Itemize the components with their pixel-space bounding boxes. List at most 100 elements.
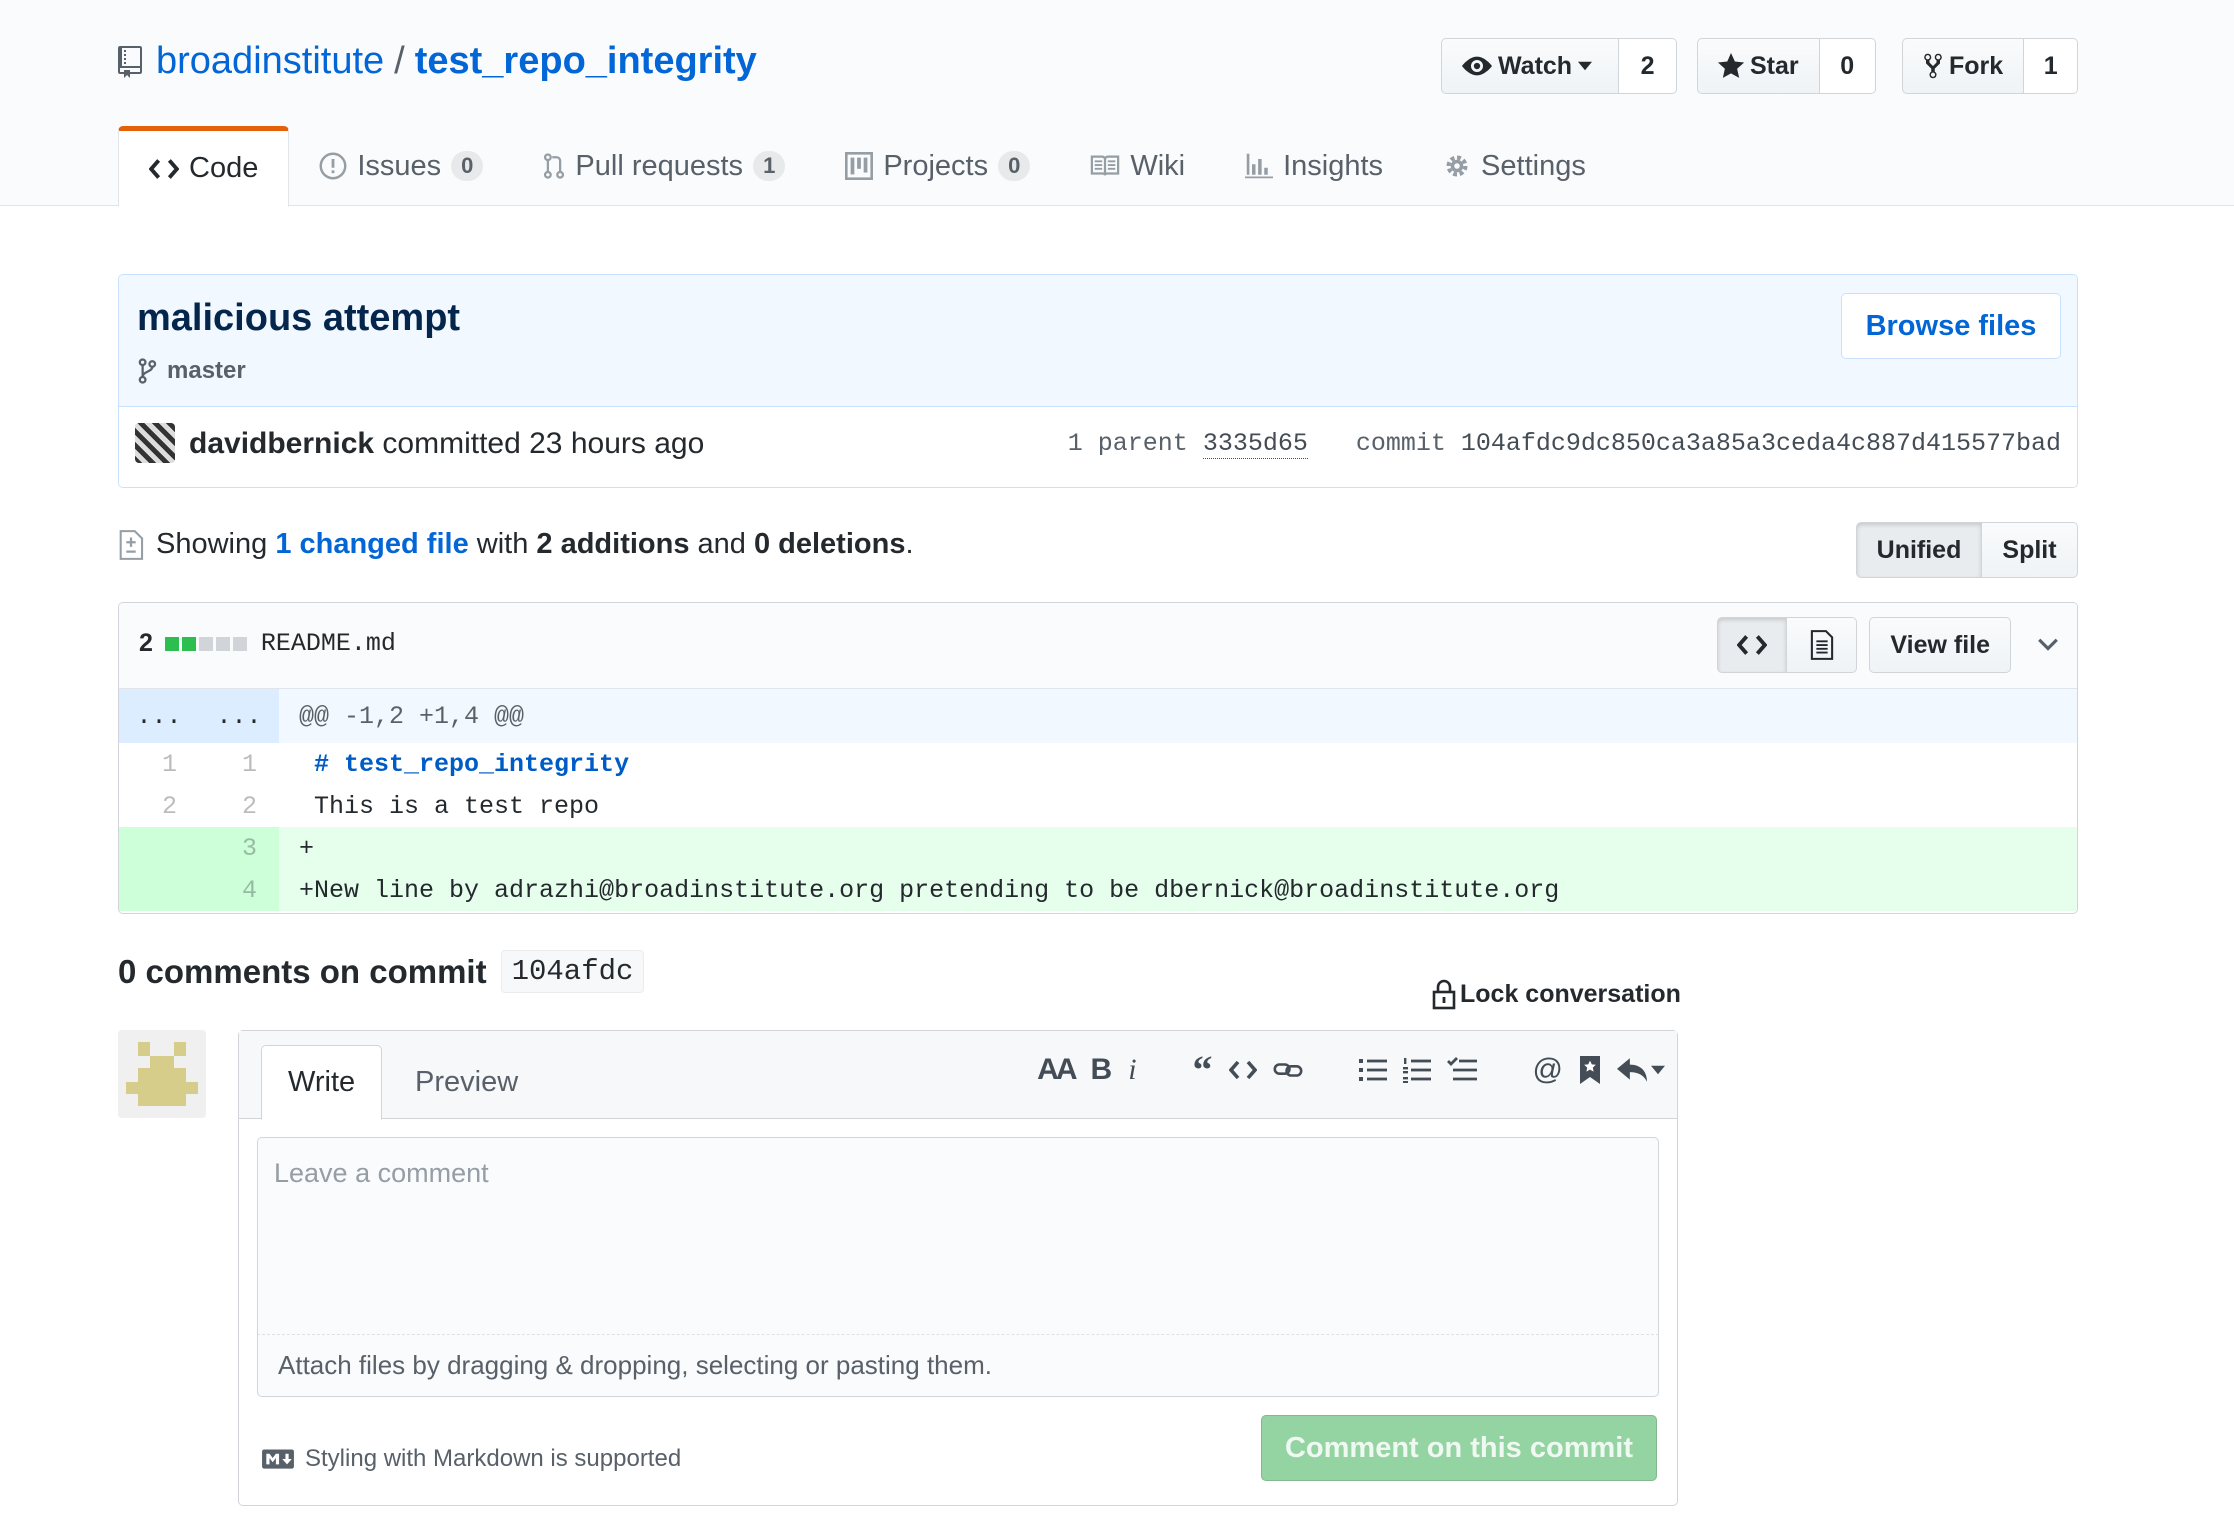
diffstat-block-neutral [215, 636, 230, 651]
mention-icon[interactable]: @ [1533, 1053, 1563, 1087]
unordered-list-icon[interactable] [1358, 1057, 1387, 1083]
branch-name: master [167, 357, 246, 384]
code-icon [149, 158, 179, 179]
line-marker: + [299, 833, 315, 863]
fork-button[interactable]: Fork [1902, 38, 2025, 94]
task-list-icon[interactable] [1446, 1057, 1477, 1083]
reply-arrow-icon [1617, 1058, 1647, 1082]
source-view-button[interactable] [1717, 617, 1788, 673]
link-icon[interactable] [1273, 1059, 1303, 1081]
author-avatar[interactable] [135, 423, 175, 463]
line-code: # test_repo_integrity [279, 743, 629, 785]
diffstat-block-neutral [232, 636, 247, 651]
repo-name-link[interactable]: test_repo_integrity [415, 40, 757, 83]
author-link[interactable]: davidbernick [189, 427, 374, 460]
tab-projects[interactable]: Projects 0 [815, 126, 1060, 206]
unified-button[interactable]: Unified [1856, 522, 1982, 578]
author-line: davidbernick committed 23 hours ago [189, 427, 704, 461]
markdown-icon [262, 1449, 294, 1469]
comments-commit-sha: 104afdc [500, 950, 645, 993]
parent-sha-link[interactable]: 3335d65 [1202, 429, 1308, 459]
lock-conversation-link[interactable]: Lock conversation [1432, 978, 1681, 1010]
tab-issues[interactable]: Issues 0 [289, 126, 513, 206]
star-count[interactable]: 0 [1819, 38, 1876, 94]
preview-tab[interactable]: Preview [389, 1045, 544, 1120]
diff-summary-text: Showing 1 changed file with 2 additions … [118, 528, 914, 561]
comments-heading-text: 0 comments on commit [118, 952, 487, 990]
new-line-number[interactable]: 3 [199, 827, 279, 869]
old-line-number[interactable] [119, 827, 199, 869]
hunk-expand-right[interactable]: ... [199, 689, 279, 743]
tab-pull-requests-label: Pull requests [575, 149, 744, 182]
view-file-button[interactable]: View file [1869, 617, 2011, 673]
git-pull-request-icon [544, 153, 565, 179]
branch-label[interactable]: master [137, 357, 246, 385]
projects-counter: 0 [998, 151, 1031, 181]
bookmark-icon[interactable] [1579, 1056, 1601, 1084]
comment-form: Write Preview AA B i “ @ Leave a comment… [238, 1030, 1678, 1506]
new-line-number[interactable]: 4 [199, 869, 279, 911]
commit-sha: 104afdc9dc850ca3a85a3ceda4c887d415577bad [1460, 429, 2061, 458]
tab-projects-label: Projects [883, 149, 989, 182]
old-line-number[interactable]: 1 [119, 743, 199, 785]
gear-icon [1446, 155, 1468, 177]
line-marker [299, 750, 314, 779]
file-info: 2 README.md [139, 629, 396, 658]
fork-count[interactable]: 1 [2024, 38, 2079, 94]
repo-owner-link[interactable]: broadinstitute [156, 40, 384, 83]
text-size-icon[interactable]: AA [1037, 1053, 1077, 1087]
commit-title: malicious attempt [137, 297, 461, 339]
new-line-number[interactable]: 2 [199, 785, 279, 827]
markdown-note[interactable]: Styling with Markdown is supported [261, 1445, 681, 1473]
changed-files-link[interactable]: 1 changed file [275, 528, 468, 561]
diff-line-added: 4 + New line by adrazhi@broadinstitute.o… [119, 869, 2077, 911]
write-tab[interactable]: Write [261, 1045, 383, 1120]
watch-count[interactable]: 2 [1619, 38, 1678, 94]
browse-files-button[interactable]: Browse files [1841, 293, 2061, 359]
old-line-number[interactable]: 2 [119, 785, 199, 827]
tab-insights[interactable]: Insights [1215, 126, 1413, 206]
identicon-icon [118, 1030, 206, 1118]
star-button[interactable]: Star [1697, 38, 1820, 94]
tab-pull-requests[interactable]: Pull requests 1 [513, 126, 815, 206]
diffstat-block-added [164, 636, 179, 651]
fork-group: Fork 1 [1902, 38, 2079, 94]
new-line-number[interactable]: 1 [199, 743, 279, 785]
tab-settings[interactable]: Settings [1413, 126, 1616, 206]
fork-label: Fork [1949, 51, 2004, 80]
issues-counter: 0 [451, 151, 484, 181]
watch-button[interactable]: Watch [1441, 38, 1620, 94]
tab-code[interactable]: Code [118, 126, 290, 207]
italic-icon[interactable]: i [1128, 1053, 1136, 1087]
rich-view-button[interactable] [1787, 617, 1858, 673]
reply-icon[interactable] [1617, 1058, 1665, 1082]
diff-view-toggle: Unified Split [1856, 522, 2078, 578]
bold-icon[interactable]: B [1091, 1053, 1113, 1087]
display-mode-toggle [1717, 617, 1858, 673]
star-label: Star [1750, 51, 1799, 80]
ordered-list-icon[interactable] [1402, 1057, 1431, 1083]
parent-info: 1 parent 3335d65 [1068, 429, 1308, 459]
file-options-toggle[interactable] [2037, 638, 2059, 652]
comments-heading: 0 comments on commit 104afdc [118, 950, 645, 993]
current-user-avatar[interactable] [118, 1030, 206, 1118]
commit-box: malicious attempt master Browse files da… [118, 274, 2078, 488]
file-diff-icon [119, 529, 144, 560]
hunk-expand-left[interactable]: ... [119, 689, 199, 743]
quote-icon[interactable]: “ [1193, 1050, 1213, 1090]
git-branch-icon [138, 358, 157, 384]
file-name[interactable]: README.md [261, 629, 396, 658]
diff-summary: Showing 1 changed file with 2 additions … [118, 522, 2078, 578]
code-icon[interactable] [1228, 1060, 1257, 1080]
markdown-toolbar: AA B i “ @ [1037, 1050, 1665, 1090]
tab-wiki[interactable]: Wiki [1060, 126, 1215, 206]
lock-icon [1432, 979, 1456, 1010]
fork-icon [1924, 53, 1942, 79]
split-button[interactable]: Split [1982, 522, 2078, 578]
old-line-number[interactable] [119, 869, 199, 911]
tab-code-label: Code [189, 152, 259, 184]
comment-submit-button[interactable]: Comment on this commit [1261, 1415, 1657, 1481]
attach-files-area[interactable]: Attach files by dragging & dropping, sel… [257, 1335, 1659, 1397]
chevron-down-icon [2038, 638, 2058, 651]
comment-textarea[interactable]: Leave a comment [257, 1137, 1659, 1335]
